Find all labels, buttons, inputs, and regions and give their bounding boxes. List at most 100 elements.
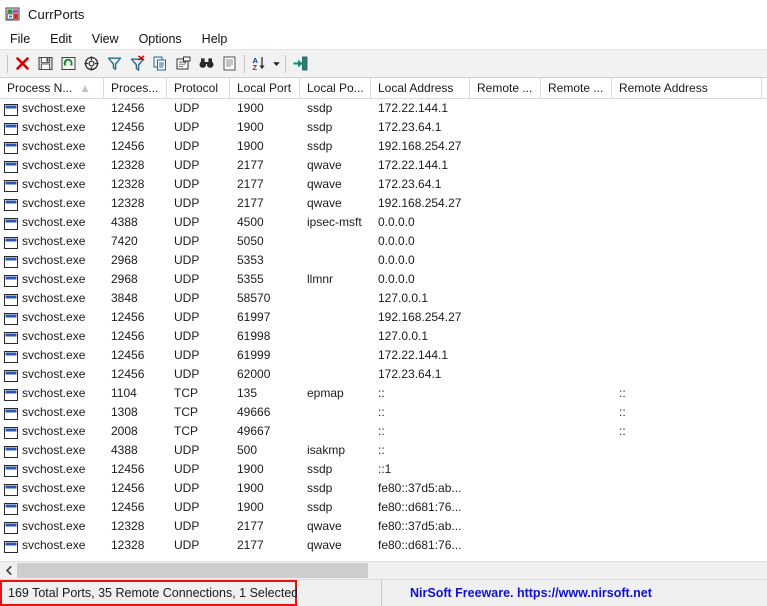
column-header-remote_address[interactable]: Remote Address: [612, 78, 762, 98]
cell-text: ::: [378, 443, 385, 457]
column-header-remote_port_name[interactable]: Remote ...: [541, 78, 612, 98]
window-resize-grip[interactable]: [751, 580, 767, 606]
table-body: svchost.exe 12456 UDP 1900 ssdp 172.22.144.1 s…: [0, 99, 767, 555]
filter-icon[interactable]: [103, 52, 126, 75]
cell-process_id: 12456: [104, 137, 167, 156]
table-row[interactable]: svchost.exe 12456 UDP 61999 172.22.144.1: [0, 346, 767, 365]
nirsoft-link[interactable]: NirSoft Freeware. https://www.nirsoft.ne…: [410, 586, 652, 600]
cell-text: UDP: [174, 177, 200, 191]
table-row[interactable]: svchost.exe 12456 UDP 61998 127.0.0.1: [0, 327, 767, 346]
html-report-icon[interactable]: [218, 52, 241, 75]
cell-text: UDP: [174, 329, 200, 343]
menu-view[interactable]: View: [90, 30, 128, 48]
cell-process_id: 12328: [104, 194, 167, 213]
menu-file[interactable]: File: [8, 30, 39, 48]
scrollbar-track[interactable]: [17, 562, 767, 579]
cell-text: ::: [619, 405, 626, 419]
cell-process_id: 2968: [104, 251, 167, 270]
cell-local_port: 1900: [230, 460, 300, 479]
cell-process_name: svchost.exe: [0, 270, 104, 289]
save-icon[interactable]: [34, 52, 57, 75]
clear-filter-icon[interactable]: [126, 52, 149, 75]
cell-local_port_name: ssdp: [300, 479, 371, 498]
cell-process_id: 12456: [104, 460, 167, 479]
table-row[interactable]: svchost.exe 2968 UDP 5353 0.0.0.0: [0, 251, 767, 270]
find-icon[interactable]: [195, 52, 218, 75]
cell-text: TCP: [174, 424, 198, 438]
cell-text: UDP: [174, 291, 200, 305]
column-header-process_id[interactable]: Proces...: [104, 78, 167, 98]
target-icon[interactable]: [80, 52, 103, 75]
cell-local_address: fe80::37d5:ab...: [371, 517, 470, 536]
table-row[interactable]: svchost.exe 12456 UDP 1900 ssdp::1: [0, 460, 767, 479]
menu-options[interactable]: Options: [137, 30, 191, 48]
table-row[interactable]: svchost.exe 12328 UDP 2177 qwave 192.168.254.…: [0, 194, 767, 213]
table-row[interactable]: svchost.exe 4388 UDP 4500 ipsec-msft 0.0.0.0: [0, 213, 767, 232]
close-connection-icon[interactable]: [11, 52, 34, 75]
cell-local_port_name: ssdp: [300, 99, 371, 118]
cell-protocol: UDP: [167, 251, 230, 270]
table-row[interactable]: svchost.exe 2008 TCP 49667::::: [0, 422, 767, 441]
table-row[interactable]: svchost.exe 12328 UDP 2177 qwave 172.22.144.1: [0, 156, 767, 175]
sort-dropdown-arrow-icon[interactable]: [271, 52, 282, 75]
horizontal-scrollbar[interactable]: [0, 561, 767, 579]
table-row[interactable]: svchost.exe 12328 UDP 2177 qwave fe80::d681:7…: [0, 536, 767, 555]
cell-local_port: 135: [230, 384, 300, 403]
table-row[interactable]: svchost.exe 3848 UDP 58570 127.0.0.1: [0, 289, 767, 308]
table-row[interactable]: svchost.exe 4388 UDP 500 isakmp::: [0, 441, 767, 460]
cell-text: svchost.exe: [22, 196, 86, 210]
cell-process_id: 12328: [104, 175, 167, 194]
table-row[interactable]: svchost.exe 1308 TCP 49666::::: [0, 403, 767, 422]
column-header-protocol[interactable]: Protocol: [167, 78, 230, 98]
scroll-left-arrow-icon[interactable]: [0, 562, 17, 579]
table-row[interactable]: svchost.exe 12456 UDP 1900 ssdp 192.168.254.2…: [0, 137, 767, 156]
column-header-local_address[interactable]: Local Address: [371, 78, 470, 98]
cell-local_port: 1900: [230, 498, 300, 517]
column-header-process_name[interactable]: Process N...: [0, 78, 104, 98]
cell-text: UDP: [174, 443, 200, 457]
table-row[interactable]: svchost.exe 12456 UDP 61997 192.168.254.27: [0, 308, 767, 327]
status-bar: 169 Total Ports, 35 Remote Connections, …: [0, 579, 767, 606]
cell-protocol: UDP: [167, 460, 230, 479]
table-row[interactable]: svchost.exe 12328 UDP 2177 qwave 172.23.64.1: [0, 175, 767, 194]
properties-icon[interactable]: [172, 52, 195, 75]
cell-process_id: 2008: [104, 422, 167, 441]
table-row[interactable]: svchost.exe 12328 UDP 2177 qwave fe80::37d5:a…: [0, 517, 767, 536]
cell-local_port_name: isakmp: [300, 441, 371, 460]
table-row[interactable]: svchost.exe 2968 UDP 5355 llmnr 0.0.0.0: [0, 270, 767, 289]
table-row[interactable]: svchost.exe 7420 UDP 5050 0.0.0.0: [0, 232, 767, 251]
cell-process_id: 12328: [104, 156, 167, 175]
table-row[interactable]: svchost.exe 12456 UDP 62000 172.23.64.1: [0, 365, 767, 384]
table-row[interactable]: svchost.exe 12456 UDP 1900 ssdp 172.22.144.1: [0, 99, 767, 118]
table-row[interactable]: svchost.exe 12456 UDP 1900 ssdp fe80::37d5:ab…: [0, 479, 767, 498]
cell-protocol: UDP: [167, 517, 230, 536]
cell-text: 61997: [237, 310, 271, 324]
cell-text: 12328: [111, 538, 145, 552]
toolbar: A Z: [0, 50, 767, 78]
table-row[interactable]: svchost.exe 1104 TCP 135 epmap::::: [0, 384, 767, 403]
cell-text: 5355: [237, 272, 264, 286]
column-header-local_port[interactable]: Local Port: [230, 78, 300, 98]
cell-text: ::: [378, 386, 385, 400]
menu-edit[interactable]: Edit: [48, 30, 81, 48]
cell-protocol: UDP: [167, 194, 230, 213]
scrollbar-thumb[interactable]: [17, 563, 368, 578]
table-row[interactable]: svchost.exe 12456 UDP 1900 ssdp 172.23.64.1: [0, 118, 767, 137]
menu-help[interactable]: Help: [200, 30, 237, 48]
column-header-local_port_name[interactable]: Local Po...: [300, 78, 371, 98]
table-row[interactable]: svchost.exe 12456 UDP 1900 ssdp fe80::d681:76…: [0, 498, 767, 517]
cell-process_id: 12456: [104, 498, 167, 517]
cell-process_id: 4388: [104, 441, 167, 460]
cell-text: ::: [378, 405, 385, 419]
currports-window: CurrPorts File Edit View Options Help A …: [0, 0, 767, 606]
copy-icon[interactable]: [149, 52, 172, 75]
cell-local_port: 2177: [230, 517, 300, 536]
cell-text: 2177: [237, 538, 264, 552]
process-window-icon: [4, 388, 18, 401]
refresh-icon[interactable]: [57, 52, 80, 75]
column-header-remote_port[interactable]: Remote ...: [470, 78, 541, 98]
cell-local_address: fe80::37d5:ab...: [371, 479, 470, 498]
exit-icon[interactable]: [289, 52, 312, 75]
sort-az-icon[interactable]: A Z: [248, 52, 271, 75]
cell-text: 1900: [237, 101, 264, 115]
